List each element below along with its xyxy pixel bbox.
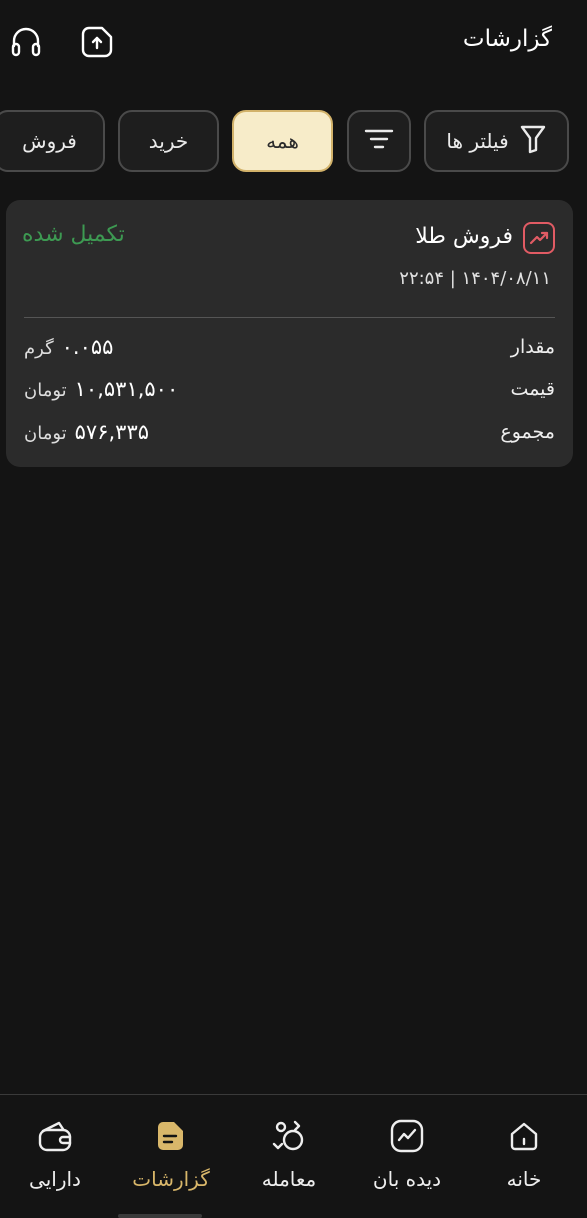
total-row: مجموع تومان ۵۷۶,۳۳۵ — [24, 417, 555, 447]
filter-chip-all[interactable]: همه — [232, 110, 333, 172]
wallet-icon — [36, 1117, 74, 1155]
price-row: قیمت تومان ۱۰,۵۳۱,۵۰۰ — [24, 374, 555, 404]
nav-item-assets[interactable]: دارایی — [0, 1095, 110, 1218]
nav-label-reports: گزارشات — [132, 1167, 210, 1191]
report-icon — [152, 1117, 190, 1155]
nav-label-trade: معامله — [261, 1167, 317, 1191]
filters-button[interactable]: فیلتر ها — [424, 110, 569, 172]
price-label: قیمت — [510, 378, 555, 400]
filter-chip-all-label: همه — [266, 129, 299, 153]
nav-label-home: خانه — [506, 1167, 542, 1191]
nav-label-assets: دارایی — [29, 1167, 81, 1191]
filter-bar: فیلتر ها همه خرید فروش — [0, 110, 587, 174]
headset-icon[interactable] — [6, 22, 46, 62]
filter-chip-buy[interactable]: خرید — [118, 110, 219, 172]
header: گزارشات — [0, 0, 587, 90]
chart-icon — [388, 1117, 426, 1155]
home-indicator — [118, 1214, 202, 1218]
amount-row: مقدار گرم ۰.۰۵۵ — [24, 332, 555, 362]
amount-unit: گرم — [24, 338, 54, 359]
total-value-group: تومان ۵۷۶,۳۳۵ — [24, 420, 149, 444]
total-unit: تومان — [24, 423, 67, 444]
home-icon — [505, 1117, 543, 1155]
filter-chip-sell-label: فروش — [22, 129, 77, 153]
funnel-icon — [519, 124, 547, 159]
total-value: ۵۷۶,۳۳۵ — [74, 420, 150, 444]
amount-label: مقدار — [510, 336, 555, 358]
trend-up-icon — [523, 222, 555, 254]
nav-label-watchlist: دیده بان — [372, 1167, 442, 1191]
transaction-card[interactable]: فروش طلا تکمیل شده ۲۲:۵۴ | ۱۴۰۴/۰۸/۱۱ مق… — [6, 200, 573, 467]
transaction-datetime: ۲۲:۵۴ | ۱۴۰۴/۰۸/۱۱ — [399, 268, 551, 289]
filters-label: فیلتر ها — [446, 129, 509, 153]
price-unit: تومان — [24, 380, 67, 401]
divider — [24, 317, 555, 318]
sort-button[interactable] — [347, 110, 411, 172]
amount-value: ۰.۰۵۵ — [61, 335, 114, 359]
status-badge: تکمیل شده — [22, 222, 125, 247]
nav-item-reports[interactable]: گزارشات — [116, 1095, 226, 1218]
page-title: گزارشات — [462, 26, 552, 52]
price-value: ۱۰,۵۳۱,۵۰۰ — [74, 377, 179, 401]
bottom-nav: خانه دیده بان معامله گزارشات دارایی — [0, 1094, 587, 1218]
nav-item-watchlist[interactable]: دیده بان — [352, 1095, 462, 1218]
total-label: مجموع — [500, 421, 555, 443]
reports-screen: گزارشات فیلتر ها همه خرید فروش فروش طلا … — [0, 0, 587, 1218]
nav-item-trade[interactable]: معامله — [234, 1095, 344, 1218]
nav-item-home[interactable]: خانه — [469, 1095, 579, 1218]
amount-value-group: گرم ۰.۰۵۵ — [24, 335, 113, 359]
sort-icon — [364, 127, 394, 156]
price-value-group: تومان ۱۰,۵۳۱,۵۰۰ — [24, 377, 178, 401]
upload-icon[interactable] — [77, 22, 117, 62]
transaction-type: فروش طلا — [415, 224, 513, 249]
exchange-icon — [270, 1117, 308, 1155]
filter-chip-buy-label: خرید — [148, 129, 189, 153]
filter-chip-sell[interactable]: فروش — [0, 110, 105, 172]
